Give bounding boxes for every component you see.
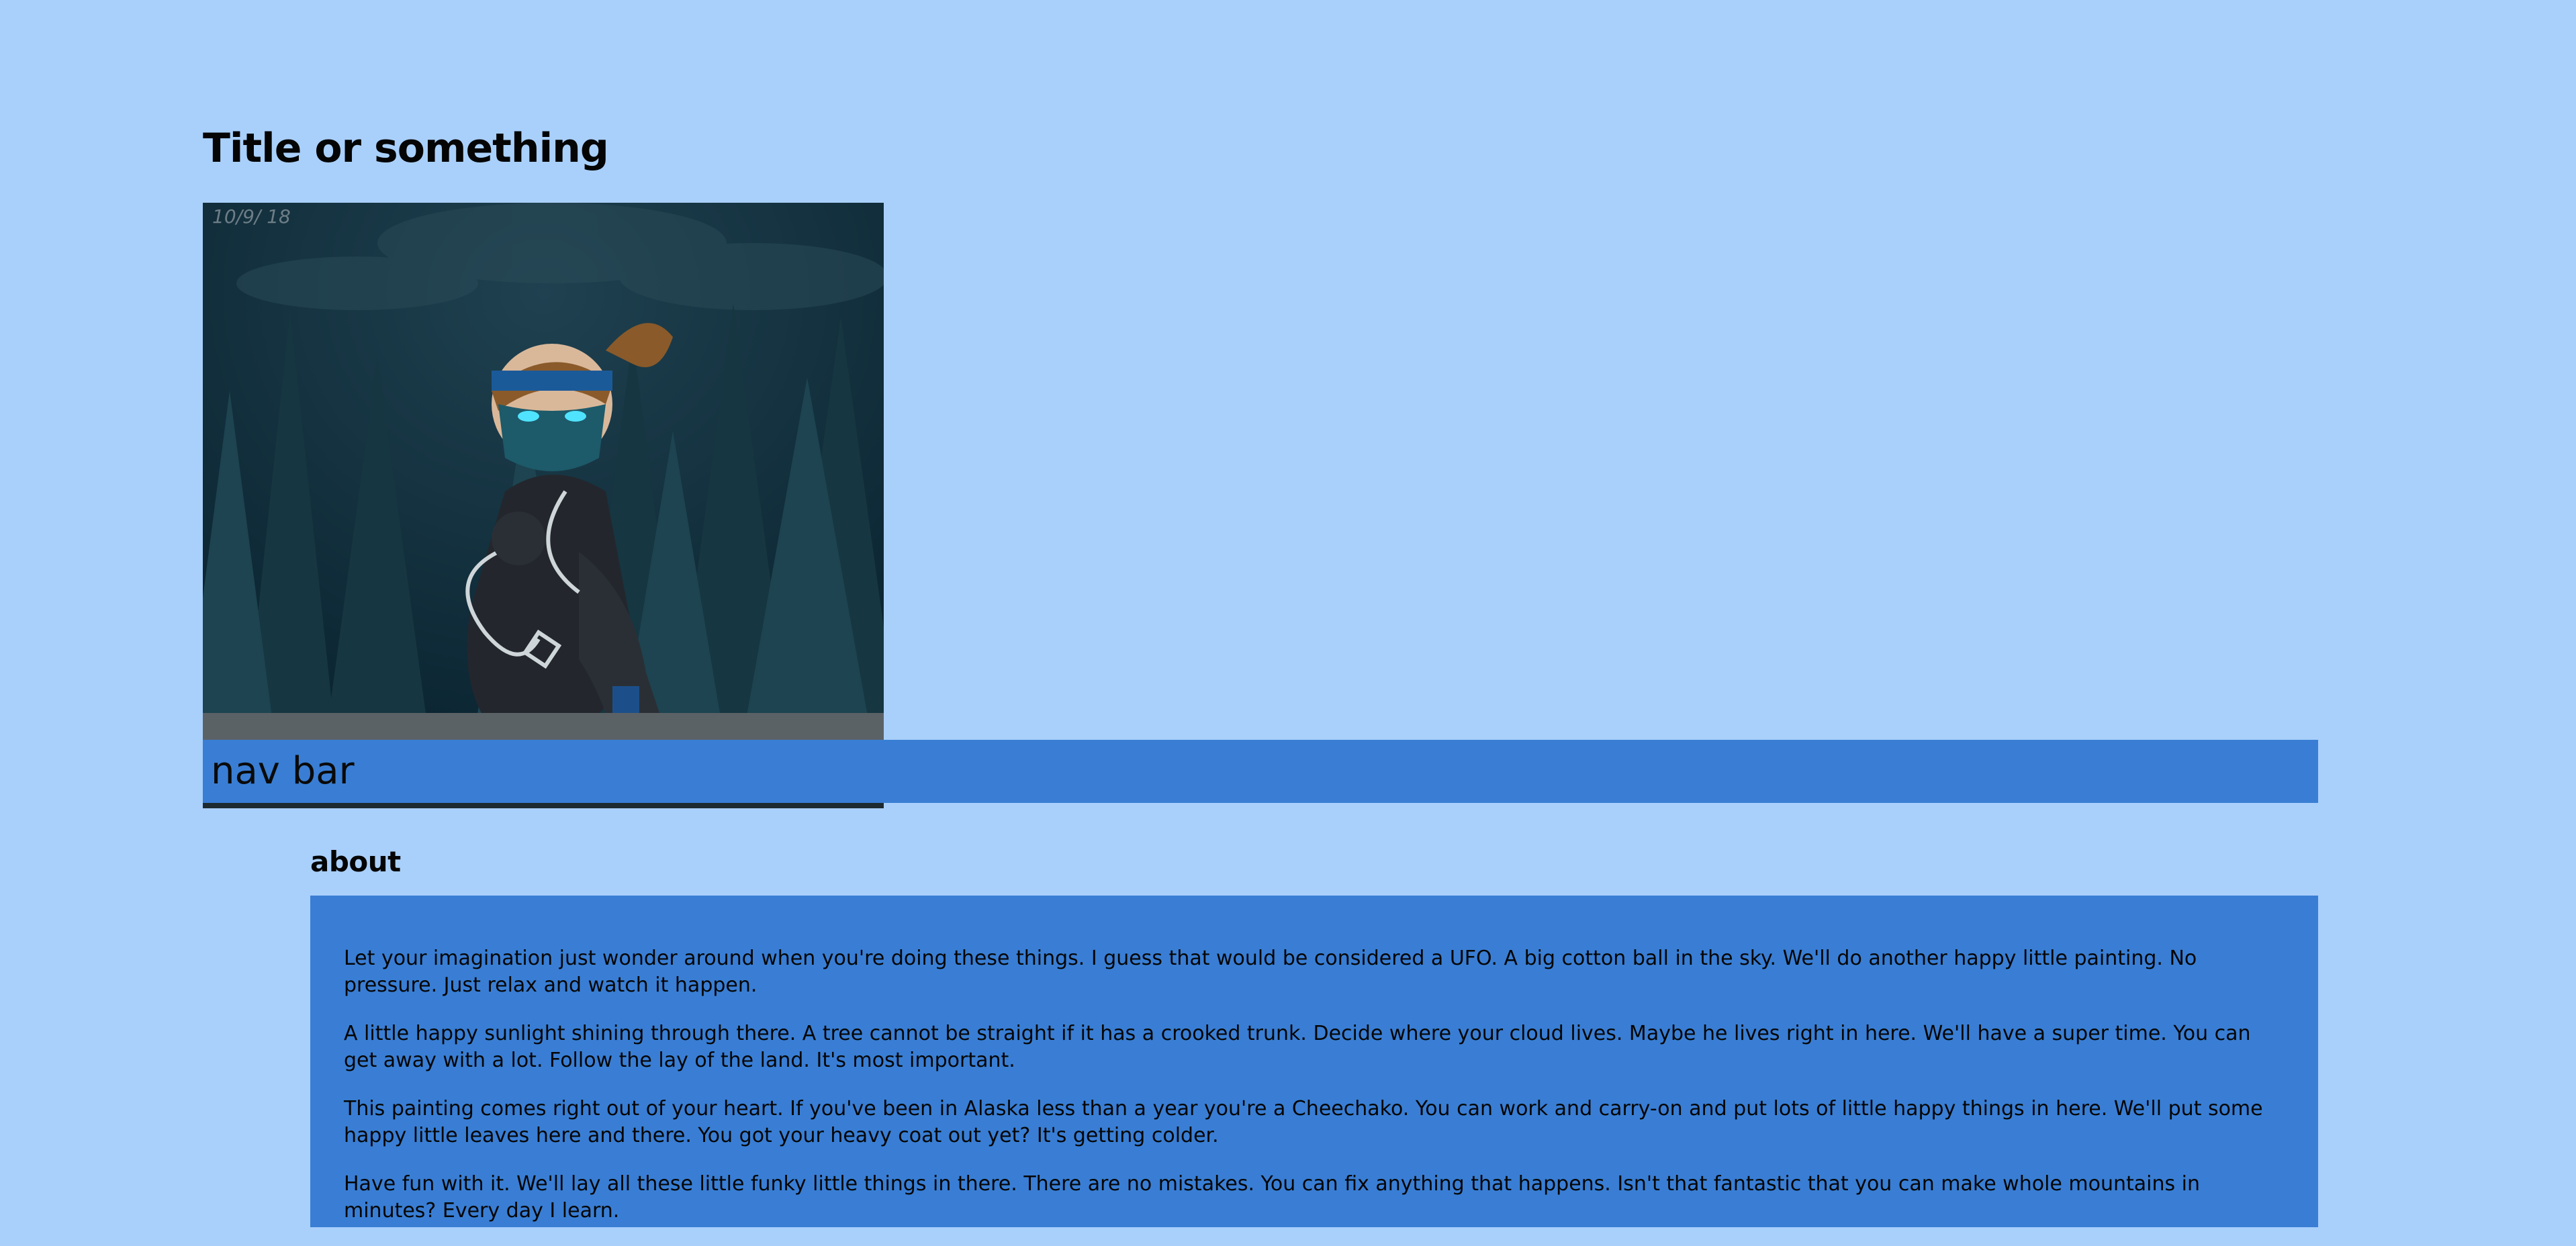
hero-image: 10/9/ 18 xyxy=(203,203,884,808)
about-paragraph-2: A little happy sunlight shining through … xyxy=(344,1022,2251,1072)
about-paragraph-1: Let your imagination just wonder around … xyxy=(344,947,2197,997)
nav-bar[interactable]: nav bar xyxy=(203,740,2318,803)
about-paragraph-3: This painting comes right out of your he… xyxy=(344,1097,2263,1147)
about-text: Let your imagination just wonder around … xyxy=(344,945,2285,1246)
about-section: Let your imagination just wonder around … xyxy=(310,896,2318,1227)
about-paragraph-4: Have fun with it. We'll lay all these li… xyxy=(344,1172,2201,1223)
nav-bar-label[interactable]: nav bar xyxy=(211,747,355,796)
about-heading: about xyxy=(310,845,401,878)
ninja-illustration: 10/9/ 18 xyxy=(203,203,884,808)
date-stamp: 10/9/ 18 xyxy=(212,205,291,228)
page-title: Title or something xyxy=(203,125,609,172)
